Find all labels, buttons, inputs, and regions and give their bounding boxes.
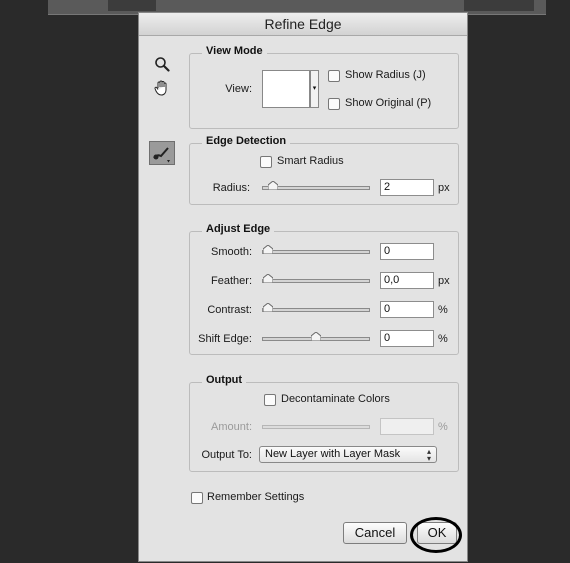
show-radius-label: Show Radius (J) — [345, 69, 426, 81]
edge-detection-heading: Edge Detection — [202, 135, 291, 147]
radius-input[interactable]: 2 — [380, 179, 434, 196]
contrast-input[interactable]: 0 — [380, 301, 434, 318]
adjust-edge-group: Adjust Edge Smooth: 0 Feather: 0,0 px Co… — [189, 223, 459, 355]
output-to-select[interactable]: New Layer with Layer Mask ▴ ▾ — [259, 446, 437, 463]
shift-edge-label: Shift Edge: — [198, 333, 252, 345]
background-field — [464, 0, 534, 11]
edge-detection-group: Edge Detection Smart Radius Radius: 2 px — [189, 135, 459, 205]
contrast-unit: % — [438, 304, 448, 316]
output-to-value: New Layer with Layer Mask — [265, 448, 401, 460]
contrast-label: Contrast: — [207, 304, 252, 316]
radius-unit: px — [438, 182, 450, 194]
shift-edge-unit: % — [438, 333, 448, 345]
view-preview-thumbnail[interactable] — [262, 70, 310, 108]
view-mode-group: View Mode View: ▾ Show Radius (J) Show O… — [189, 45, 459, 129]
smooth-label: Smooth: — [211, 246, 252, 258]
radius-slider[interactable] — [262, 181, 370, 190]
decontaminate-colors-label: Decontaminate Colors — [281, 393, 390, 405]
magnifier-icon — [155, 57, 170, 72]
background-field — [108, 0, 156, 11]
feather-input[interactable]: 0,0 — [380, 272, 434, 289]
contrast-slider[interactable] — [262, 303, 370, 312]
amount-input — [380, 418, 434, 435]
adjust-edge-heading: Adjust Edge — [202, 223, 275, 235]
amount-label: Amount: — [211, 421, 252, 433]
zoom-tool[interactable] — [149, 53, 175, 75]
ok-button-highlight-circle — [410, 517, 462, 553]
refine-radius-brush-icon — [153, 147, 170, 163]
smooth-slider[interactable] — [262, 245, 370, 254]
output-group: Output Decontaminate Colors Amount: % Ou… — [189, 374, 459, 472]
radius-label: Radius: — [212, 182, 250, 194]
smart-radius-label: Smart Radius — [277, 155, 344, 167]
refine-radius-tool[interactable] — [149, 141, 175, 165]
remember-settings-checkbox[interactable] — [191, 492, 203, 504]
show-original-label: Show Original (P) — [345, 97, 432, 109]
shift-edge-slider[interactable] — [262, 332, 370, 341]
show-radius-checkbox[interactable] — [328, 70, 340, 82]
select-stepper-icon: ▴ ▾ — [426, 447, 431, 463]
output-heading: Output — [202, 374, 247, 386]
refine-edge-dialog: Refine Edge View Mode View: ▾ Show Radiu… — [138, 12, 468, 562]
dialog-title: Refine Edge — [139, 13, 467, 36]
slider-thumb-icon[interactable] — [311, 332, 321, 341]
dropdown-arrow-icon: ▾ — [312, 85, 317, 92]
slider-thumb-icon[interactable] — [263, 274, 273, 283]
shift-edge-input[interactable]: 0 — [380, 330, 434, 347]
slider-thumb-icon[interactable] — [263, 303, 273, 312]
slider-thumb-icon[interactable] — [267, 181, 278, 190]
slider-thumb-icon[interactable] — [263, 245, 273, 254]
smooth-input[interactable]: 0 — [380, 243, 434, 260]
view-label: View: — [225, 83, 252, 95]
feather-label: Feather: — [211, 275, 252, 287]
cancel-button[interactable]: Cancel — [343, 522, 407, 544]
hand-icon — [154, 80, 167, 96]
amount-unit: % — [438, 421, 448, 433]
feather-unit: px — [438, 275, 450, 287]
amount-slider — [262, 425, 370, 429]
smart-radius-checkbox[interactable] — [260, 156, 272, 168]
view-mode-heading: View Mode — [202, 45, 267, 57]
feather-slider[interactable] — [262, 274, 370, 283]
hand-tool[interactable] — [149, 77, 175, 99]
view-dropdown-toggle[interactable]: ▾ — [310, 70, 319, 108]
remember-settings-label: Remember Settings — [207, 491, 305, 503]
output-to-label: Output To: — [201, 449, 252, 461]
show-original-checkbox[interactable] — [328, 98, 340, 110]
decontaminate-colors-checkbox[interactable] — [264, 394, 276, 406]
